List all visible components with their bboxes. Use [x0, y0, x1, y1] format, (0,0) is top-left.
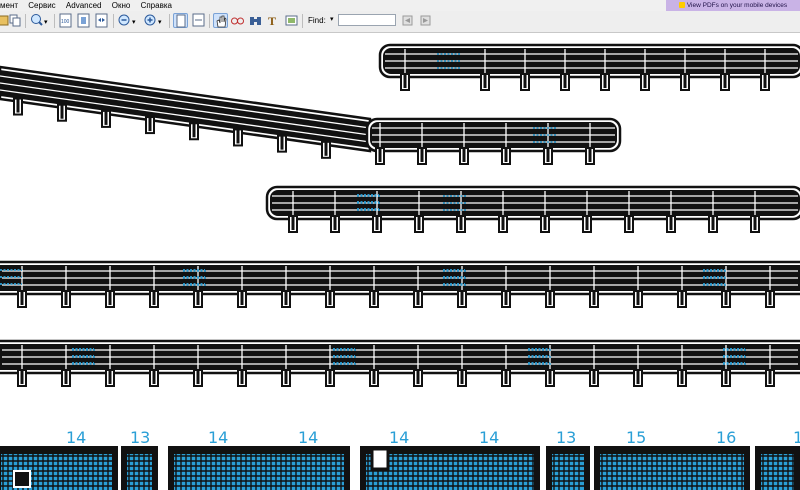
menu-item-window[interactable]: Окно: [108, 0, 135, 11]
continuous-page-icon[interactable]: [191, 13, 206, 28]
grid-panel: [168, 446, 350, 490]
svg-text:▾: ▾: [132, 19, 136, 26]
grid-panel: [594, 446, 750, 490]
snapshot-icon[interactable]: [284, 13, 299, 28]
pattern-sheet: 14 13 14 14 14 14 13 15 16 1: [0, 43, 800, 490]
part-number: 14: [208, 428, 228, 447]
part-number: 14: [66, 428, 86, 447]
promo-label: View PDFs on your mobile devices: [686, 2, 788, 9]
part-number: 14: [389, 428, 409, 447]
railing-strip: [0, 260, 800, 308]
railing-strip: [365, 117, 622, 165]
svg-text:▾: ▾: [158, 19, 162, 26]
find-input[interactable]: [338, 14, 396, 26]
part-number: 14: [479, 428, 499, 447]
grid-panel: [546, 446, 590, 490]
menu-item-document[interactable]: мент: [0, 0, 22, 11]
copy-icon[interactable]: [8, 13, 23, 28]
glasses-icon[interactable]: [230, 13, 245, 28]
svg-text:T: T: [268, 14, 276, 28]
railing-strip: [378, 43, 800, 91]
find-next-icon[interactable]: [418, 13, 433, 28]
part-number: 15: [626, 428, 646, 447]
zoom-out-icon[interactable]: ▾: [117, 13, 139, 28]
menu-item-tools[interactable]: Сервис: [24, 0, 59, 11]
single-page-icon[interactable]: [173, 13, 188, 28]
part-number: 16: [716, 428, 736, 447]
grid-panel: [121, 446, 158, 490]
fit-width-icon[interactable]: [94, 13, 109, 28]
part-number: 14: [298, 428, 318, 447]
text-tool-icon[interactable]: T: [266, 13, 281, 28]
phone-icon: [678, 2, 685, 9]
panel-notch: [13, 470, 31, 488]
mobile-promo-button[interactable]: View PDFs on your mobile devices: [666, 0, 800, 11]
part-number: 1: [793, 428, 800, 447]
panel-notch: [370, 447, 390, 471]
find-previous-icon[interactable]: [400, 13, 415, 28]
svg-text:▾: ▾: [44, 19, 48, 26]
menu-item-advanced[interactable]: Advanced: [62, 0, 106, 11]
grid-panel: [755, 446, 800, 490]
binoculars-icon[interactable]: [248, 13, 263, 28]
document-canvas[interactable]: 14 13 14 14 14 14 13 15 16 1: [0, 33, 800, 490]
railing-strip: [0, 339, 800, 387]
part-number: 13: [130, 428, 150, 447]
railing-strip: [265, 185, 800, 233]
hand-tool-icon[interactable]: [213, 13, 228, 28]
toolbar: ▾ 100 ▾ ▾ T Find: ▾: [0, 11, 800, 33]
part-number: 13: [556, 428, 576, 447]
find-options-chevron-icon[interactable]: ▾: [330, 15, 334, 23]
menu-item-help[interactable]: Справка: [137, 0, 176, 11]
actual-size-icon[interactable]: 100: [58, 13, 73, 28]
slanted-railing: [0, 65, 372, 159]
svg-text:100: 100: [61, 19, 70, 25]
zoom-in-icon[interactable]: ▾: [29, 13, 51, 28]
fit-page-icon[interactable]: [76, 13, 91, 28]
find-label: Find:: [308, 16, 326, 25]
zoom-plus-icon[interactable]: ▾: [143, 13, 165, 28]
